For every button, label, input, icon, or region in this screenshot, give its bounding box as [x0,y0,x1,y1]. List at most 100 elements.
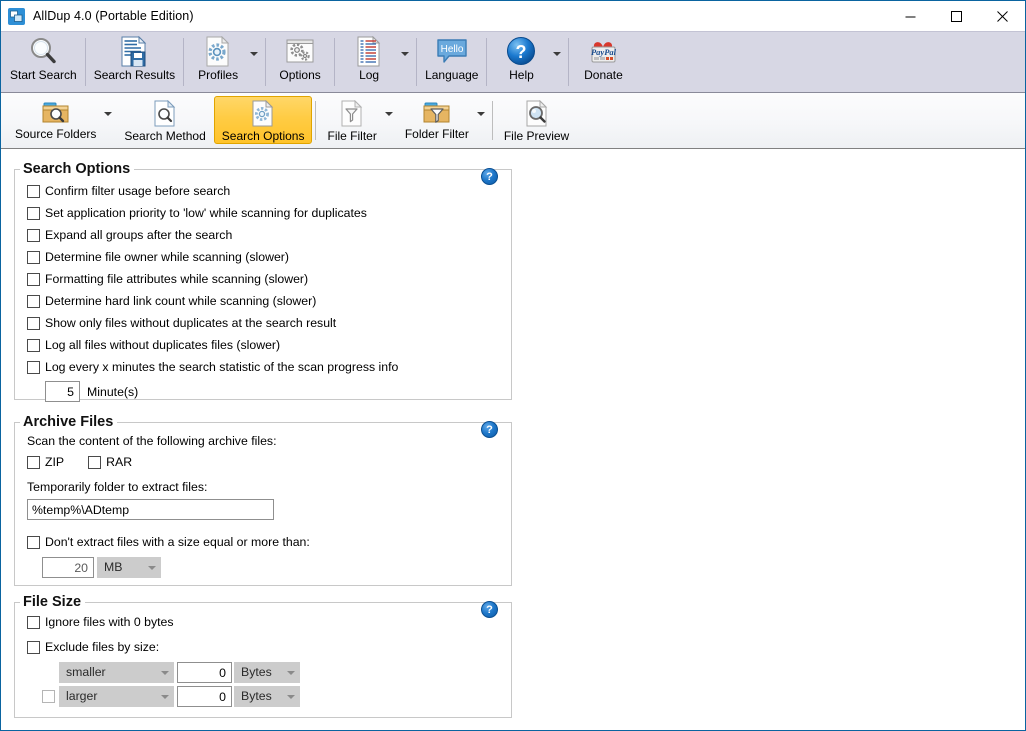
toolbar-dropdown-help[interactable] [553,32,566,92]
size-rule-row: larger Bytes [15,686,511,707]
max-extract-size-input[interactable] [42,557,94,578]
chevron-down-icon [161,670,169,675]
option-row[interactable]: Set application priority to 'low' while … [15,202,511,224]
size-unit-combo-smaller[interactable]: Bytes [234,662,300,683]
ignore-zero-row[interactable]: Ignore files with 0 bytes [15,611,511,633]
combo-value: Bytes [241,665,272,679]
toolbar-dropdown-log[interactable] [401,32,414,92]
toolbar-button-donate[interactable]: PayPal Donate [571,32,635,92]
option-row[interactable]: Formatting file attributes while scannin… [15,268,511,290]
language-hello-bubble-icon: Hello [435,35,469,67]
size-comparator-combo-larger[interactable]: larger [59,686,174,707]
nav-button-source-folders[interactable]: Source Folders [7,96,104,144]
save-document-icon [119,35,149,67]
document-funnel-icon [340,100,364,128]
svg-text:Hello: Hello [440,44,463,55]
size-value-input-smaller[interactable] [177,662,232,683]
chevron-down-icon [476,111,485,116]
option-row[interactable]: Log all files without duplicates files (… [15,334,511,356]
checkbox-zip[interactable] [27,455,40,469]
toolbar-separator [84,38,86,86]
option-row[interactable]: Show only files without duplicates at th… [15,312,511,334]
exclude-by-size-row[interactable]: Exclude files by size: [15,636,511,658]
chevron-down-icon [104,111,113,116]
no-extract-row[interactable]: Don't extract files with a size equal or… [15,531,511,553]
size-unit-combo-larger[interactable]: Bytes [234,686,300,707]
option-row[interactable]: Determine hard link count while scanning… [15,290,511,312]
checkbox-label: Don't extract files with a size equal or… [45,535,310,549]
toolbar-separator [486,38,488,86]
checkbox-confirm-filter-usage[interactable] [27,184,40,198]
toolbar-label-start-search: Start Search [10,68,77,82]
toolbar-button-language[interactable]: Hello Language [419,32,484,92]
toolbar-button-help[interactable]: ? Help [489,32,553,92]
nav-button-file-preview[interactable]: File Preview [496,96,577,144]
window-title: AllDup 4.0 (Portable Edition) [33,9,194,23]
option-row[interactable]: Log every x minutes the search statistic… [15,356,511,378]
help-question-icon: ? [506,35,536,67]
file-size-group: File Size ? Ignore files with 0 bytes Ex… [14,594,512,718]
minutes-input[interactable] [45,381,80,402]
svg-text:?: ? [516,42,527,62]
window-controls [887,1,1025,31]
toolbar-label-profiles: Profiles [198,68,239,82]
checkbox-label-rar: RAR [106,455,133,469]
toolbar-button-search-results[interactable]: Search Results [88,32,181,92]
combo-value: larger [66,689,98,703]
minutes-label: Minute(s) [87,384,139,399]
toolbar-button-log[interactable]: Log [337,32,401,92]
help-badge-file-size[interactable]: ? [481,601,498,618]
size-comparator-combo-smaller[interactable]: smaller [59,662,174,683]
nav-button-file-filter[interactable]: File Filter [319,96,384,144]
checkbox-determine-file-owner[interactable] [27,250,40,264]
nav-button-search-options[interactable]: Search Options [213,96,313,144]
minimize-button[interactable] [887,1,933,31]
option-row[interactable]: Determine file owner while scanning (slo… [15,246,511,268]
checkbox-exclude-files-by-size[interactable] [27,640,40,654]
close-button[interactable] [979,1,1025,31]
maximize-button[interactable] [933,1,979,31]
nav-button-search-method[interactable]: Search Method [116,96,213,144]
toolbar-button-profiles[interactable]: Profiles [186,32,250,92]
alldup-main-window: AllDup 4.0 (Portable Edition) Start Sear… [0,0,1026,731]
toolbar-separator [183,38,185,86]
help-badge-search-options[interactable]: ? [481,168,498,185]
checkbox-determine-hard-link-count[interactable] [27,294,40,308]
option-row[interactable]: Expand all groups after the search [15,224,511,246]
file-size-legend: File Size [23,594,82,610]
checkbox-label: Ignore files with 0 bytes [45,615,174,629]
nav-dropdown-folder-filter[interactable] [476,93,489,148]
document-gear-icon [251,100,275,128]
nav-button-folder-filter[interactable]: Folder Filter [397,96,477,144]
checkbox-log-every-x-minutes[interactable] [27,360,40,374]
nav-dropdown-source-folders[interactable] [104,93,116,148]
nav-label-folder-filter: Folder Filter [404,127,469,141]
title-bar: AllDup 4.0 (Portable Edition) [1,1,1025,31]
checkbox-dont-extract-large-files[interactable] [27,535,40,549]
combo-value: smaller [66,665,106,679]
toolbar-button-start-search[interactable]: Start Search [4,32,83,92]
nav-dropdown-file-filter[interactable] [384,93,397,148]
checkbox-formatting-file-attributes[interactable] [27,272,40,286]
extract-size-row: MB [15,557,511,578]
folder-search-icon [41,100,71,126]
document-search-icon [153,100,177,128]
checkbox-enable-larger-rule[interactable] [42,690,55,703]
toolbar-dropdown-profiles[interactable] [250,32,263,92]
main-toolbar: Start Search Search Results Profiles Opt… [1,31,1025,93]
toolbar-label-help: Help [509,68,534,82]
checkbox-label-zip: ZIP [45,455,65,469]
help-badge-archive-files[interactable]: ? [481,421,498,438]
checkbox-set-application-priority-low[interactable] [27,206,40,220]
checkbox-show-only-files-without-duplicates[interactable] [27,316,40,330]
checkbox-log-all-files-without-duplicates[interactable] [27,338,40,352]
extract-size-unit-combo[interactable]: MB [97,557,161,578]
checkbox-label: Set application priority to 'low' while … [45,206,367,220]
checkbox-rar[interactable] [88,455,102,469]
toolbar-button-options[interactable]: Options [268,32,332,92]
checkbox-expand-all-groups[interactable] [27,228,40,242]
temp-folder-input[interactable] [27,499,274,520]
option-row[interactable]: Confirm filter usage before search [15,180,511,202]
size-value-input-larger[interactable] [177,686,232,707]
checkbox-ignore-zero-byte-files[interactable] [27,615,40,629]
